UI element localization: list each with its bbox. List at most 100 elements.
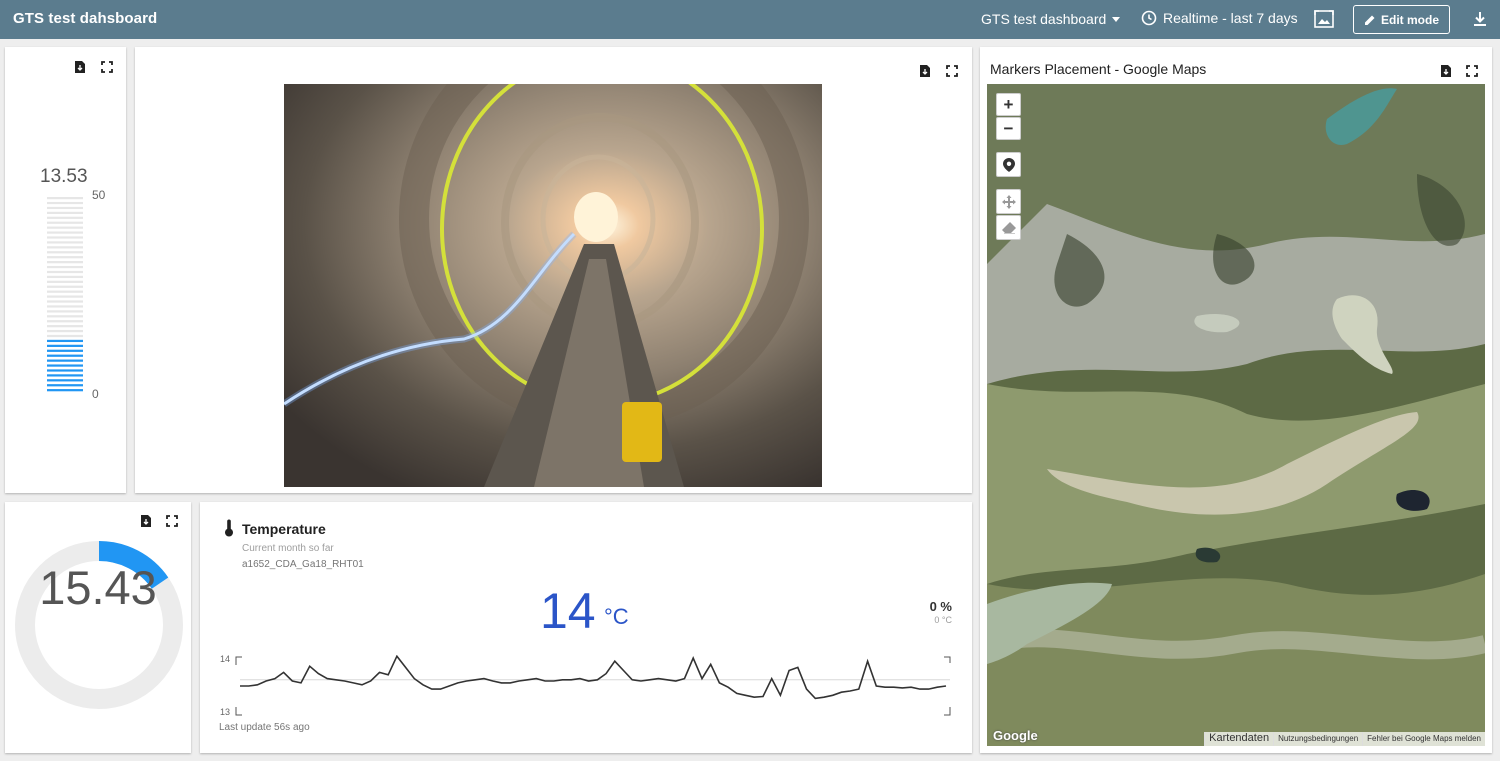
sparkline-series [240,655,947,700]
delta-value: 0 °C [934,615,952,625]
temperature-unit: °C [604,604,629,629]
dashboard-select[interactable]: GTS test dashboard [981,11,1121,27]
gauge-value: 13.53 [40,166,88,187]
fullscreen-icon[interactable] [945,64,959,78]
report-error-link[interactable]: Fehler bei Google Maps melden [1362,732,1485,746]
export-doc-icon[interactable] [1439,64,1453,78]
fullscreen-icon[interactable] [1465,64,1479,78]
gauge-bar-segment [47,290,83,293]
zoom-in-button[interactable]: + [996,93,1021,116]
gauge-bar-segment [47,236,83,239]
gauge-bar-segment [47,231,83,234]
fullscreen-icon[interactable] [100,60,114,74]
gauge-bar-segment [47,246,83,249]
caret-down-icon [1112,16,1121,22]
image-card [135,47,972,493]
dashboard-select-label: GTS test dashboard [981,11,1107,27]
delta-percent: 0 % [929,599,952,614]
move-icon [1001,194,1016,209]
map-pin-icon [1002,157,1015,172]
gauge-bar-segment [47,201,83,205]
gauge-bar-segment [47,320,83,323]
marker-tool-button[interactable] [996,152,1021,177]
eraser-icon [1001,221,1016,234]
gauge-bar-segment [47,295,83,298]
gauge-bar-segment [47,384,83,387]
gauge-bar-segment [47,369,83,372]
map-terrain [987,84,1485,746]
gauge-bar-segment [47,270,83,274]
thermometer-icon [225,519,233,537]
gauge-bar-segment [47,280,83,283]
download-icon[interactable] [1470,9,1490,29]
gauge-bar-segment [47,226,83,229]
gauge-bar-segment [47,379,83,382]
sparkline-corner-tick [235,656,242,665]
google-logo: Google [993,728,1038,743]
gauge-max-label: 50 [92,188,106,202]
gauge-min-label: 0 [92,387,99,401]
gauge-bar-segment [47,354,83,357]
donut-value: 15.43 [39,561,157,614]
gauge-bar-segment [47,206,83,210]
edit-mode-label: Edit mode [1380,12,1439,27]
temperature-value: 14 [540,583,596,639]
pencil-icon [1364,15,1375,25]
gauge-bar-segment [47,241,83,244]
tunnel-photo [284,84,822,487]
gauge-bar-segment [47,275,83,279]
temperature-card: Temperature Current month so far a1652_C… [200,502,972,753]
time-window-button[interactable]: Realtime - last 7 days [1141,10,1298,26]
sparkline-y-max: 14 [220,654,231,664]
gauge-bar-segment [47,211,83,214]
gauge-bar-segment [47,325,83,328]
gauge-bar-segment [47,389,83,392]
gauge-bar-segment [47,256,83,259]
gauge-bar-segment [47,315,83,318]
gauge-bar-segment [47,334,83,338]
map-card: Markers Placement - Google Maps + − Goog… [980,47,1492,753]
gauge-bar-segment [47,261,83,264]
map-title: Markers Placement - Google Maps [990,61,1207,77]
sparkline-y-min: 13 [220,707,231,717]
gauge-bar-segment [47,285,83,288]
satellite-map[interactable]: + − Google Kartendaten Nutzungsbedingung… [987,84,1485,746]
move-tool-button[interactable] [996,189,1021,214]
gauge-bar-segment [47,216,83,219]
clock-icon [1141,10,1157,26]
gauge-bar-segment [47,310,83,313]
gauge-bar-segment [47,221,83,224]
temperature-subtitle: Current month so far [242,543,334,554]
gauge-bar-segment [47,344,83,347]
gauge-bar-segment [47,300,83,303]
sparkline-corner-tick [944,656,951,663]
sparkline-corner-tick [235,707,242,716]
erase-tool-button[interactable] [996,215,1021,240]
zoom-out-button[interactable]: − [996,117,1021,140]
terms-link[interactable]: Nutzungsbedingungen [1273,732,1363,746]
last-update: Last update 56s ago [219,722,310,733]
gauge-bar-segment [47,359,83,362]
gauge-bar-segment [47,339,83,343]
time-window-label: Realtime - last 7 days [1163,10,1298,26]
gauge-bar-segment [47,197,83,200]
fullscreen-icon[interactable] [165,514,179,528]
gauge-bar-segment [47,364,83,367]
temperature-title: Temperature [242,521,326,537]
gauge-bar-segment [47,349,83,352]
map-footer: Kartendaten Nutzungsbedingungen Fehler b… [1204,732,1485,746]
export-doc-icon[interactable] [918,64,932,78]
map-data-link[interactable]: Kartendaten [1204,732,1274,746]
export-doc-icon[interactable] [73,60,87,74]
export-doc-icon[interactable] [139,514,153,528]
export-image-icon[interactable] [1313,9,1335,29]
gauge-bar-segment [47,265,83,269]
dashboard-title: GTS test dahsboard [13,10,158,27]
edit-mode-button[interactable]: Edit mode [1353,5,1450,34]
gauge-bar-segment [47,374,83,377]
linear-gauge-card: 13.53 50 0 [5,47,126,493]
gauge-bar-segment [47,329,83,333]
gauge-bars [47,197,83,392]
gauge-bar-segment [47,305,83,308]
gauge-bar-segment [47,251,83,254]
